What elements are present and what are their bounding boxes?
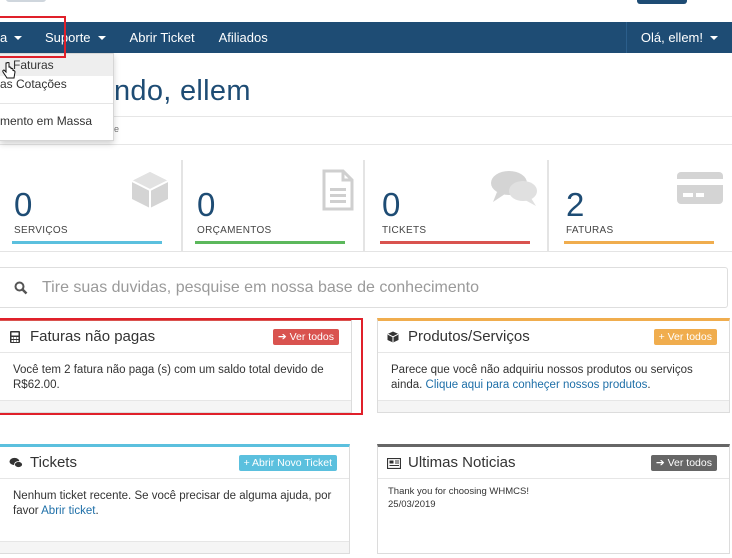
stat-underline — [12, 241, 162, 244]
stat-value: 0 — [197, 186, 216, 223]
top-strip — [0, 0, 732, 22]
top-button[interactable] — [637, 0, 687, 4]
panel-footer — [0, 541, 349, 553]
open-ticket-link[interactable]: Abrir ticket — [41, 505, 95, 517]
panel-body-text: . — [647, 379, 651, 391]
billing-dropdown-menu: Faturas as Cotações mento em Massa — [0, 53, 114, 141]
stat-underline — [195, 241, 345, 244]
dropdown-item-label: Faturas — [13, 58, 54, 72]
panel-body-text: . — [95, 505, 99, 517]
stat-tile-tickets[interactable]: 0 TICKETS — [364, 160, 548, 252]
stat-underline — [380, 241, 530, 244]
panel-footer — [378, 400, 729, 412]
document-icon — [321, 168, 355, 217]
open-new-ticket-button[interactable]: + Abrir Novo Ticket — [238, 455, 337, 471]
panel-title: Produtos/Serviços — [408, 328, 530, 345]
plus-icon: + — [658, 331, 665, 343]
button-label: Ver todos — [667, 457, 712, 469]
panel-products-services: Produtos/Serviços + Ver todos Parece que… — [377, 318, 730, 413]
button-label: Abrir Novo Ticket — [252, 457, 332, 469]
nav-item-open-ticket[interactable]: Abrir Ticket — [118, 22, 207, 53]
divider — [0, 144, 732, 145]
newspaper-icon — [386, 456, 402, 470]
stat-underline — [564, 241, 714, 244]
stat-label: SERVIÇOS — [14, 225, 68, 236]
button-label: Ver todos — [667, 331, 712, 343]
hand-cursor-icon — [2, 61, 16, 84]
news-item[interactable]: Thank you for choosing WHMCS! 25/03/2019 — [378, 479, 729, 517]
search-input[interactable] — [42, 278, 682, 297]
nav-user-menu[interactable]: Olá, ellem! — [625, 22, 732, 53]
main-navbar: a Suporte Abrir Ticket Afiliados Olá, el… — [0, 22, 732, 53]
nav-item-affiliates[interactable]: Afiliados — [207, 22, 280, 53]
search-icon — [14, 281, 28, 295]
stat-tile-quotes[interactable]: 0 ORÇAMENTOS — [182, 160, 364, 252]
order-products-link[interactable]: Clique aqui para conheçer nossos produto… — [426, 379, 648, 391]
knowledgebase-search — [0, 267, 728, 308]
credit-card-icon — [675, 168, 725, 213]
news-item-date: 25/03/2019 — [388, 499, 436, 510]
stat-tile-services[interactable]: 0 SERVIÇOS — [0, 160, 182, 252]
stat-label: FATURAS — [566, 225, 614, 236]
stat-label: TICKETS — [382, 225, 427, 236]
panel-header: Tickets + Abrir Novo Ticket — [0, 447, 349, 479]
plus-icon: + — [243, 457, 250, 469]
panel-latest-news: Ultimas Noticias ➔ Ver todos Thank you f… — [377, 444, 730, 554]
highlight-box-nav — [0, 16, 66, 58]
dropdown-item-quotes[interactable]: as Cotações — [0, 73, 113, 95]
view-all-news-button[interactable]: ➔ Ver todos — [650, 455, 717, 471]
stat-value: 0 — [14, 186, 33, 223]
breadcrumb: e — [114, 124, 120, 134]
stat-tile-invoices[interactable]: 2 FATURAS — [548, 160, 732, 252]
view-all-products-button[interactable]: + Ver todos — [653, 329, 717, 345]
caret-down-icon — [97, 35, 106, 40]
panel-body: Nenhum ticket recente. Se você precisar … — [0, 479, 349, 529]
dropdown-divider — [0, 103, 113, 104]
cube-icon — [128, 168, 172, 217]
dropdown-item-mass-payment[interactable]: mento em Massa — [0, 110, 113, 132]
stat-label: ORÇAMENTOS — [197, 225, 272, 236]
nav-item-label: Abrir Ticket — [129, 30, 195, 45]
logo[interactable] — [6, 0, 46, 2]
panel-title: Tickets — [30, 454, 77, 471]
panel-tickets: Tickets + Abrir Novo Ticket Nenhum ticke… — [0, 444, 350, 554]
chat-bubbles-icon — [489, 168, 539, 213]
dropdown-item-label: mento em Massa — [0, 114, 93, 128]
panel-header: Produtos/Serviços + Ver todos — [378, 321, 729, 353]
user-greeting: Olá, ellem! — [640, 30, 703, 45]
cube-icon — [387, 330, 401, 344]
arrow-right-icon: ➔ — [655, 457, 665, 469]
panel-body: Parece que você não adquiriu nossos prod… — [378, 353, 729, 403]
panel-header: Ultimas Noticias ➔ Ver todos — [378, 447, 729, 479]
chat-bubbles-icon — [9, 456, 23, 470]
highlight-box-invoices — [0, 318, 363, 415]
stat-value: 0 — [382, 186, 401, 223]
page-title: ndo, ellem — [114, 75, 251, 107]
nav-item-label: Afiliados — [218, 30, 268, 45]
news-item-title: Thank you for choosing WHMCS! — [388, 486, 529, 497]
stat-value: 2 — [566, 186, 585, 223]
caret-down-icon — [710, 35, 718, 40]
panel-title: Ultimas Noticias — [408, 454, 516, 471]
stats-row: 0 SERVIÇOS 0 ORÇAMENTOS 0 TICKETS 2 FATU… — [0, 160, 732, 252]
